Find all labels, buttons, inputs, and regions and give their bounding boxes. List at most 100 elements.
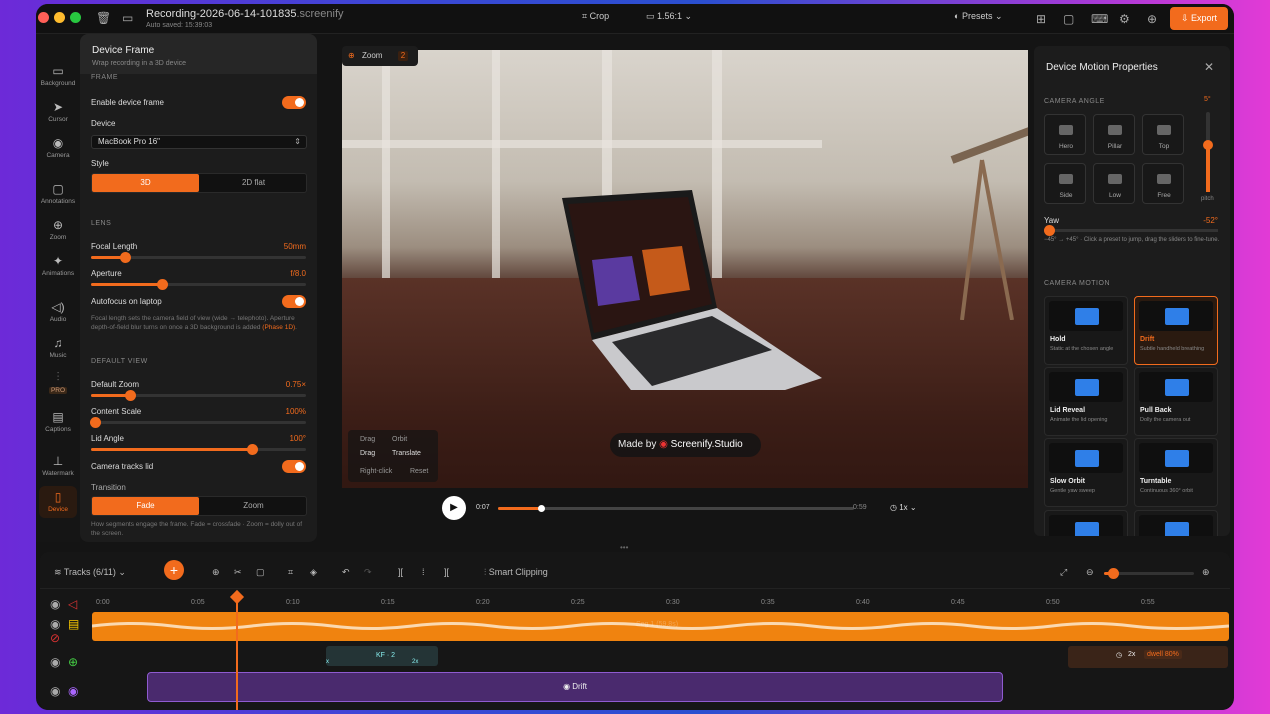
total-time: 0:59 xyxy=(853,504,867,511)
angle-preset-pillar[interactable]: Pillar xyxy=(1093,114,1135,155)
audio-clip[interactable]: Seg 1 (59.8s) xyxy=(92,612,1229,641)
redo-icon[interactable]: ↷ xyxy=(364,567,372,578)
split-right-icon[interactable]: ][ xyxy=(444,567,449,577)
scissors-icon[interactable]: ✂ xyxy=(234,567,242,578)
mute-icon[interactable]: ⊘ xyxy=(50,632,60,644)
layers-tool-icon[interactable]: ◈ xyxy=(310,567,317,578)
style-2d-option[interactable]: 2D flat xyxy=(200,174,307,192)
eye-icon[interactable]: ◉ xyxy=(50,656,60,668)
split-left-icon[interactable]: ][ xyxy=(398,567,403,577)
autofocus-toggle[interactable] xyxy=(282,295,306,308)
scrubber[interactable] xyxy=(498,505,854,512)
device-select[interactable]: MacBook Pro 16" ⇕ xyxy=(91,135,307,149)
playhead[interactable] xyxy=(236,592,238,710)
crop-button[interactable]: ⌗ Crop xyxy=(582,11,609,22)
rail-camera[interactable]: ◉ Camera xyxy=(36,136,80,159)
rail-audio[interactable]: ◁) Audio xyxy=(36,300,80,323)
motion-card[interactable] xyxy=(1044,510,1128,536)
rail-music[interactable]: ♫ Music xyxy=(36,336,80,359)
timeline-zoom-slider[interactable] xyxy=(1104,568,1194,579)
audio-track-icon: ▤ xyxy=(68,617,80,631)
rail-device[interactable]: ▯ Device xyxy=(39,486,77,518)
eye-icon[interactable]: ◉ xyxy=(50,618,60,630)
ruler-tick-label: 0:35 xyxy=(761,599,775,606)
speaker-mute-icon[interactable]: ◁ xyxy=(68,598,77,610)
angle-preset-hero[interactable]: Hero xyxy=(1044,114,1086,155)
smart-clipping-button[interactable]: ⫶ Smart Clipping xyxy=(484,567,548,578)
upload-icon[interactable]: ⊕ xyxy=(1147,13,1157,25)
motion-card-hold[interactable]: Hold Static at the chosen angle xyxy=(1044,296,1128,365)
motion-card-drift[interactable]: Drift Subtle handheld breathing xyxy=(1134,296,1218,365)
yaw-slider[interactable] xyxy=(1044,225,1218,236)
ruler-tick-label: 0:55 xyxy=(1141,599,1155,606)
export-button[interactable]: ⇩ Export xyxy=(1170,7,1228,30)
keyboard-icon[interactable]: ⌨ xyxy=(1091,13,1108,25)
made-by-badge[interactable]: Made by ◉ Screenify.Studio xyxy=(610,433,761,457)
motion-card[interactable] xyxy=(1134,510,1218,536)
motion-preview xyxy=(1139,301,1213,331)
tracks-lid-toggle[interactable] xyxy=(282,460,306,473)
gear-icon[interactable]: ⚙ xyxy=(1119,13,1130,25)
close-icon[interactable]: ✕ xyxy=(1204,60,1214,74)
zoom-chip[interactable]: ⊕ Zoom 2 xyxy=(342,46,418,66)
angle-preset-free[interactable]: Free xyxy=(1142,163,1184,204)
minimize-window-button[interactable] xyxy=(54,12,65,23)
trash-icon[interactable]: 🗑 xyxy=(96,12,111,24)
rail-captions[interactable]: ▤ Captions xyxy=(36,410,80,433)
crop-tool-icon[interactable]: ⌗ xyxy=(288,567,293,578)
comment-icon[interactable]: ▢ xyxy=(256,567,265,578)
ratio-dropdown[interactable]: ▭ 1.56:1 ⌄ xyxy=(646,11,692,22)
undo-icon[interactable]: ↶ xyxy=(342,567,350,578)
keyframe-clip[interactable]: KF · 2 x 2x xyxy=(326,646,438,666)
style-3d-option[interactable]: 3D xyxy=(92,174,199,192)
angle-preset-side[interactable]: Side xyxy=(1044,163,1086,204)
drift-clip[interactable]: ◉ Drift xyxy=(147,672,1003,702)
scale-value: 100% xyxy=(285,407,306,416)
close-window-button[interactable] xyxy=(38,12,49,23)
motion-card-lid-reveal[interactable]: Lid Reveal Animate the lid opening xyxy=(1044,367,1128,436)
playback-bar: ▶ 0:07 0:59 ◷ 1x ⌄ xyxy=(442,496,932,520)
eye-icon[interactable]: ◉ xyxy=(50,598,60,610)
scale-slider[interactable] xyxy=(90,417,306,428)
rail-watermark[interactable]: ⊥ Watermark xyxy=(36,454,80,477)
add-track-button[interactable]: + xyxy=(164,560,184,580)
focal-slider[interactable] xyxy=(91,252,306,263)
tracks-dropdown[interactable]: ≋ Tracks (6/11) ⌄ xyxy=(54,567,126,578)
motion-card-pull-back[interactable]: Pull Back Dolly the camera out xyxy=(1134,367,1218,436)
play-button[interactable]: ▶ xyxy=(442,496,466,520)
transition-zoom-option[interactable]: Zoom xyxy=(200,497,307,515)
rail-background[interactable]: ▭ Background xyxy=(36,64,80,87)
zoom-in-icon[interactable]: ⊕ xyxy=(1202,567,1210,578)
preview-canvas[interactable]: Drag Orbit Drag Translate Right-click Re… xyxy=(342,50,1028,488)
pitch-slider[interactable] xyxy=(1203,112,1213,192)
rail-zoom[interactable]: ⊕ Zoom xyxy=(36,218,80,241)
rail-annotations[interactable]: ▢ Annotations xyxy=(36,182,80,205)
rail-animations[interactable]: ✦ Animations xyxy=(36,254,80,277)
angle-preset-low[interactable]: Low xyxy=(1093,163,1135,204)
rail-ai[interactable]: ⫶ PRO xyxy=(36,370,80,394)
chat-icon[interactable]: ▢ xyxy=(1063,13,1074,25)
folder-icon[interactable]: ▭ xyxy=(122,12,133,24)
aperture-slider[interactable] xyxy=(91,279,306,290)
split-center-icon[interactable]: ⁞ xyxy=(422,567,425,577)
speed-dropdown[interactable]: ◷ 1x ⌄ xyxy=(890,503,917,512)
zoom-slider[interactable] xyxy=(91,390,306,401)
eye-icon[interactable]: ◉ xyxy=(50,685,60,697)
plus-icon: + xyxy=(169,562,179,578)
enable-frame-toggle[interactable] xyxy=(282,96,306,109)
maximize-window-button[interactable] xyxy=(70,12,81,23)
rail-cursor[interactable]: ➤ Cursor xyxy=(36,100,80,123)
zoom-in-tool-icon[interactable]: ⊕ xyxy=(212,567,220,578)
transition-fade-option[interactable]: Fade xyxy=(92,497,199,515)
motion-card-slow-orbit[interactable]: Slow Orbit Gentle yaw sweep xyxy=(1044,438,1128,507)
resize-handle[interactable]: ••• xyxy=(620,543,628,552)
fit-icon[interactable]: ⤢ xyxy=(1060,567,1067,578)
lid-slider[interactable] xyxy=(91,444,306,455)
zoom-out-icon[interactable]: ⊖ xyxy=(1086,567,1094,578)
dwell-clip[interactable]: ◷ 2x dwell 80% xyxy=(1068,646,1228,668)
angle-preset-top[interactable]: Top xyxy=(1142,114,1184,155)
gift-icon[interactable]: ⊞ xyxy=(1036,13,1046,25)
presets-dropdown[interactable]: ◐ Presets ⌄ xyxy=(954,11,1003,22)
motion-card-turntable[interactable]: Turntable Continuous 360° orbit xyxy=(1134,438,1218,507)
lid-label: Lid Angle xyxy=(91,434,124,443)
